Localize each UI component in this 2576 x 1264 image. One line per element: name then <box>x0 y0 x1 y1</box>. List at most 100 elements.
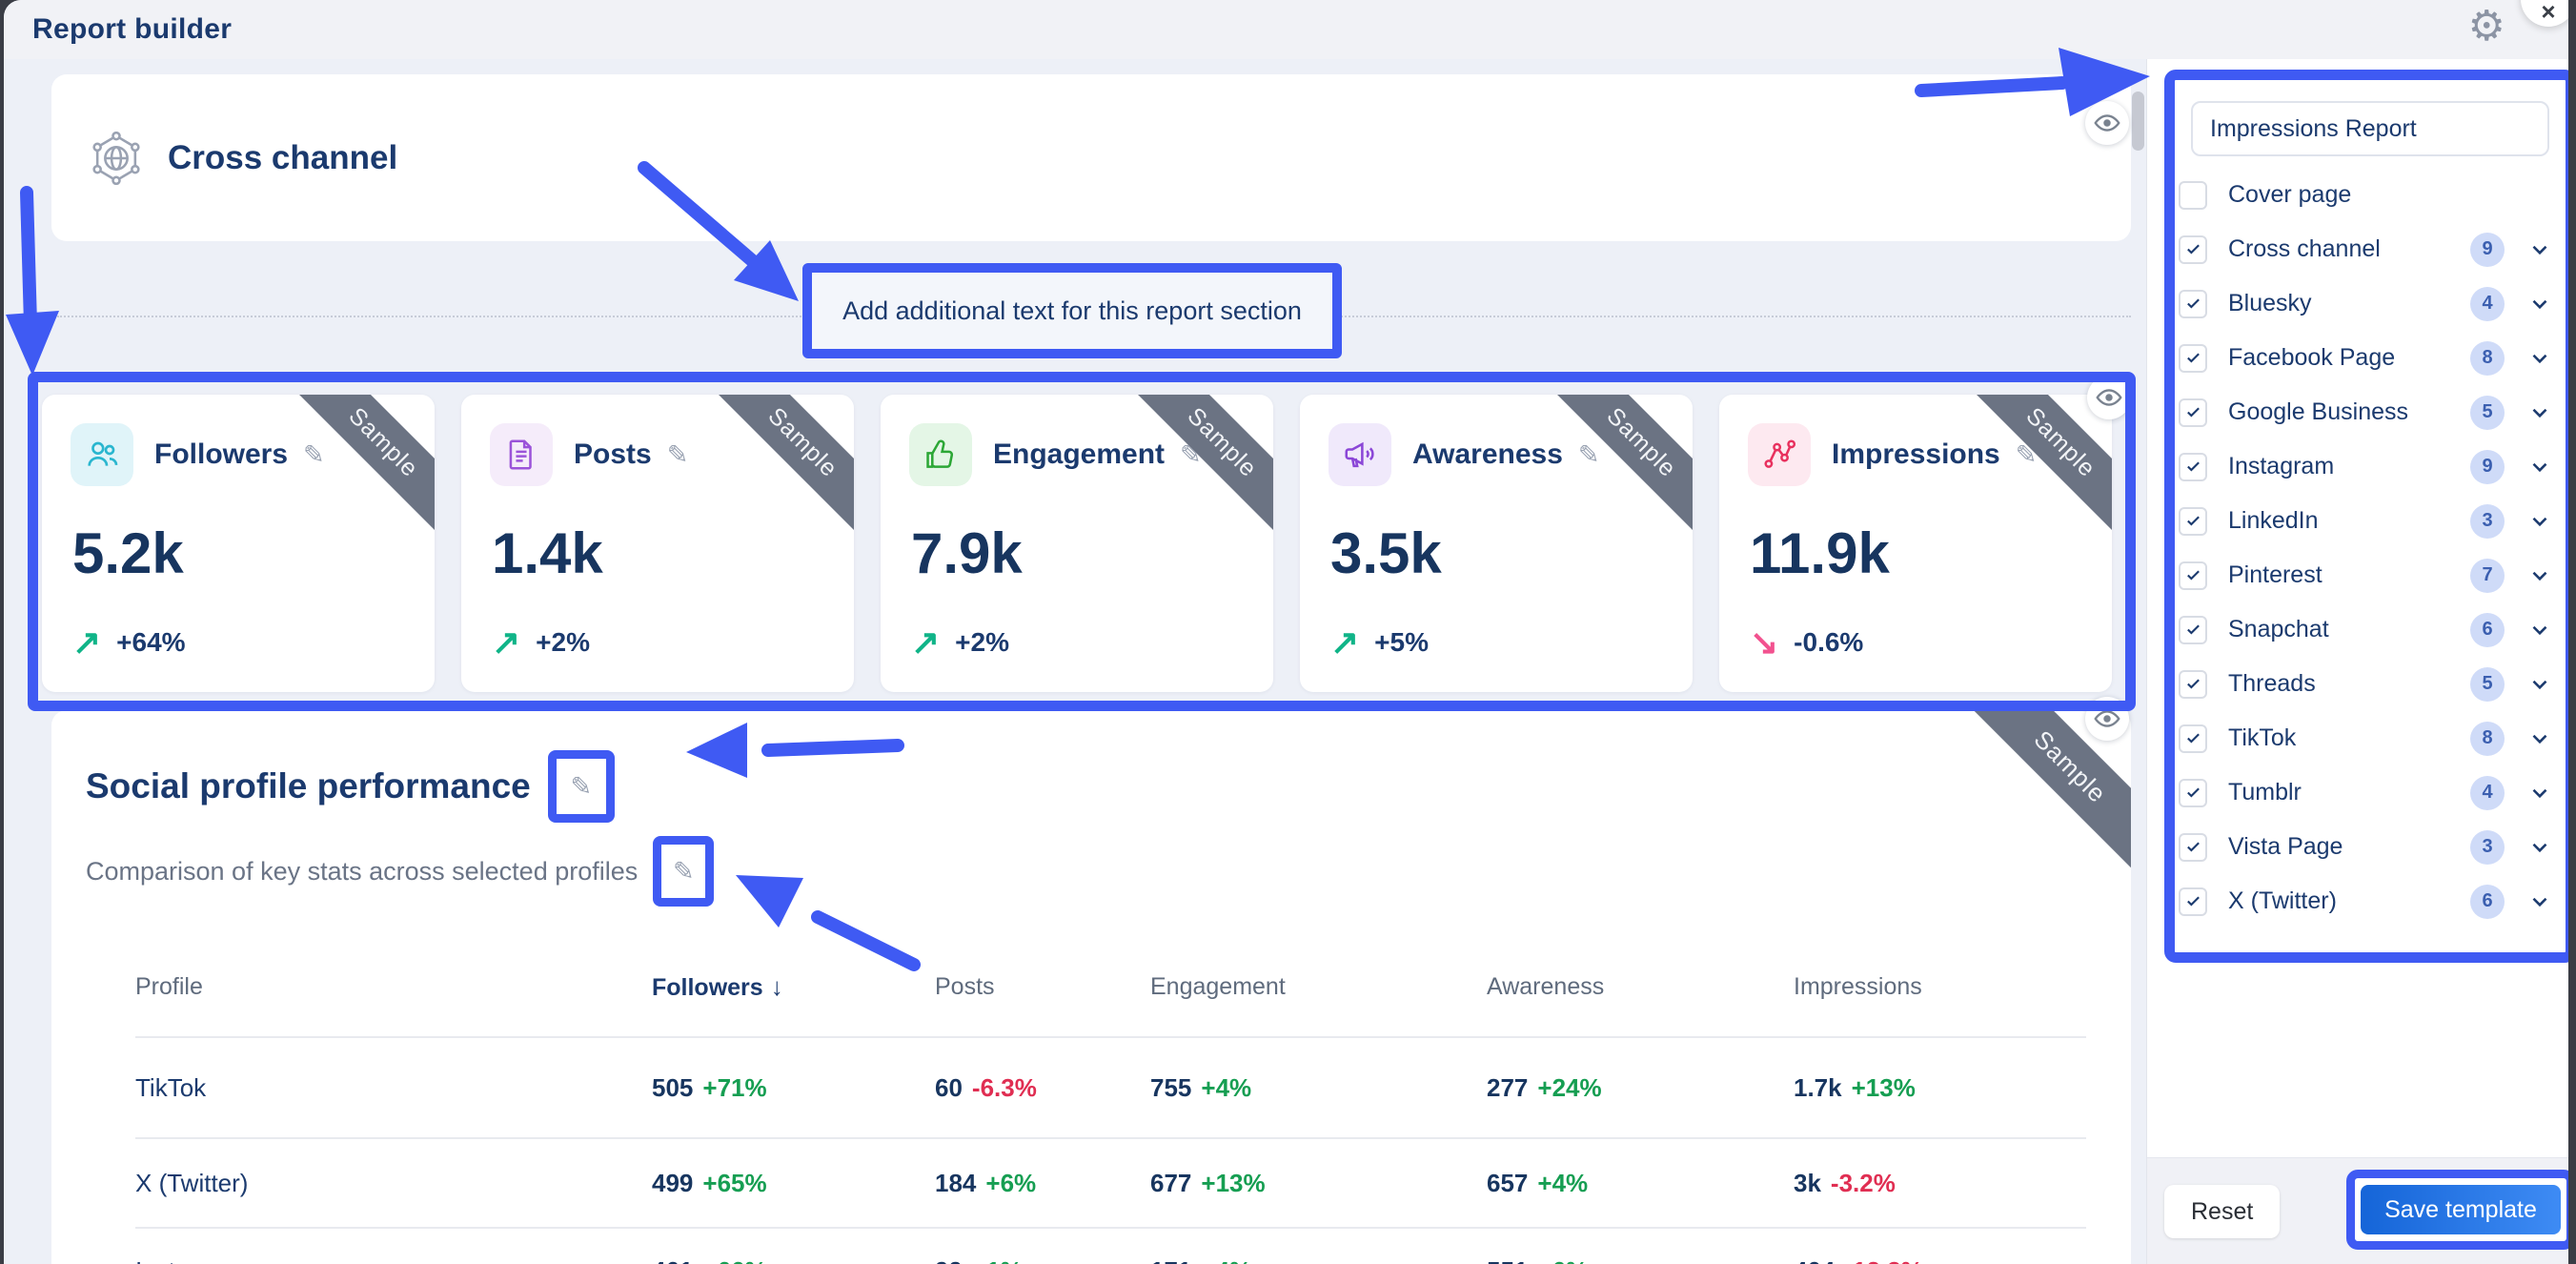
sidebar-item-snapchat[interactable]: Snapchat 6 <box>2175 602 2566 657</box>
checkbox-checked[interactable] <box>2179 724 2207 753</box>
kpi-card-engagement: Sample Engagement ✎ 7.9k ↗ +2% <box>881 395 1273 692</box>
section-count-badge: 3 <box>2470 504 2505 539</box>
annotation-box-subtitle-pencil[interactable]: ✎ <box>653 836 714 907</box>
chevron-down-icon[interactable] <box>2527 618 2552 642</box>
kpi-card-awareness: Sample Awareness ✎ 3.5k ↗ +5% <box>1300 395 1693 692</box>
chevron-down-icon[interactable] <box>2527 237 2552 262</box>
chevron-down-icon[interactable] <box>2527 781 2552 805</box>
sidebar-item-threads[interactable]: Threads 5 <box>2175 657 2566 711</box>
sidebar-item-pinterest[interactable]: Pinterest 7 <box>2175 548 2566 602</box>
share-nodes-icon <box>1748 423 1811 486</box>
cross-channel-title: Cross channel <box>168 139 397 177</box>
sidebar-item-instagram[interactable]: Instagram 9 <box>2175 439 2566 494</box>
section-count-badge: 8 <box>2470 341 2505 376</box>
checkbox-checked[interactable] <box>2179 833 2207 862</box>
sidebar-item-cover-page[interactable]: Cover page <box>2175 168 2566 222</box>
chevron-down-icon[interactable] <box>2527 835 2552 860</box>
kpi-change: +5% <box>1374 627 1429 658</box>
sidebar-item-linkedin[interactable]: LinkedIn 3 <box>2175 494 2566 548</box>
kpi-trend: ↗ +5% <box>1330 625 1429 660</box>
annotation-rect-save-template: Save template <box>2346 1170 2568 1250</box>
kpi-card-impressions: Sample Impressions ✎ 11.9k ↘ -0.6% <box>1719 395 2112 692</box>
megaphone-icon <box>1329 423 1391 486</box>
sidebar-item-x-twitter[interactable]: X (Twitter) 6 <box>2175 874 2566 928</box>
section-title: Social profile performance <box>86 766 531 806</box>
sidebar-item-bluesky[interactable]: Bluesky 4 <box>2175 276 2566 331</box>
report-sections-list: Cover page Cross channel 9 Bluesky 4 F <box>2175 168 2566 928</box>
kpi-change: +2% <box>536 627 590 658</box>
chevron-down-icon[interactable] <box>2527 889 2552 914</box>
chevron-down-icon[interactable] <box>2527 672 2552 697</box>
checkbox-checked[interactable] <box>2179 561 2207 590</box>
chevron-down-icon[interactable] <box>2527 563 2552 588</box>
checkbox-checked[interactable] <box>2179 779 2207 807</box>
checkbox-unchecked[interactable] <box>2179 181 2207 210</box>
section-count-badge: 4 <box>2470 776 2505 810</box>
sidebar-item-facebook-page[interactable]: Facebook Page 8 <box>2175 331 2566 385</box>
column-header-followers-sorted[interactable]: Followers↓ <box>652 972 935 1002</box>
kpi-value: 11.9k <box>1750 520 2112 586</box>
checkbox-checked[interactable] <box>2179 290 2207 318</box>
chevron-down-icon[interactable] <box>2527 400 2552 425</box>
chevron-down-icon[interactable] <box>2527 292 2552 316</box>
checkbox-checked[interactable] <box>2179 887 2207 916</box>
add-section-text-label: Add additional text for this report sect… <box>842 296 1302 326</box>
sort-desc-arrow-icon: ↓ <box>771 972 783 1001</box>
edit-pencil-icon[interactable]: ✎ <box>1578 440 1600 470</box>
settings-gear-icon[interactable]: ⚙ <box>2468 6 2505 48</box>
reset-button[interactable]: Reset <box>2164 1185 2280 1238</box>
table-row: X (Twitter) 499+65% 184+6% 677+13% 657+4… <box>135 1139 2086 1227</box>
chevron-down-icon[interactable] <box>2527 726 2552 751</box>
checkbox-checked[interactable] <box>2179 453 2207 481</box>
checkbox-checked[interactable] <box>2179 507 2207 536</box>
kpi-section-visibility-eye-icon[interactable] <box>2087 376 2131 419</box>
annotation-arrow-to-kpi-section <box>27 193 30 324</box>
column-header-impressions[interactable]: Impressions <box>1794 973 2086 1001</box>
social-section-visibility-eye-icon[interactable] <box>2085 697 2129 741</box>
column-header-engagement[interactable]: Engagement <box>1150 973 1487 1001</box>
checkbox-checked[interactable] <box>2179 235 2207 264</box>
performance-table: Profile Followers↓ Posts Engagement Awar… <box>135 958 2086 1264</box>
sidebar-item-google-business[interactable]: Google Business 5 <box>2175 385 2566 439</box>
edit-pencil-icon[interactable]: ✎ <box>673 857 695 887</box>
sidebar-item-vista-page[interactable]: Vista Page 3 <box>2175 820 2566 874</box>
checkbox-checked[interactable] <box>2179 616 2207 644</box>
cross-channel-visibility-eye-icon[interactable] <box>2085 101 2129 145</box>
column-header-posts[interactable]: Posts <box>935 973 1150 1001</box>
add-section-text-button[interactable]: Add additional text for this report sect… <box>802 263 1342 358</box>
column-header-awareness[interactable]: Awareness <box>1487 973 1794 1001</box>
chevron-down-icon[interactable] <box>2527 509 2552 534</box>
checkbox-checked[interactable] <box>2179 398 2207 427</box>
report-builder-screen: Report builder ⚙ × Cross channel Add add… <box>0 0 2576 1264</box>
sidebar-item-cross-channel[interactable]: Cross channel 9 <box>2175 222 2566 276</box>
kpi-trend: ↗ +64% <box>72 625 186 660</box>
checkbox-checked[interactable] <box>2179 344 2207 373</box>
section-count-badge: 7 <box>2470 559 2505 593</box>
section-count-badge: 5 <box>2470 396 2505 430</box>
kpi-change: +2% <box>955 627 1009 658</box>
checkbox-checked[interactable] <box>2179 670 2207 699</box>
sidebar-item-tumblr[interactable]: Tumblr 4 <box>2175 765 2566 820</box>
sidebar-footer: Reset Save template <box>2147 1157 2568 1264</box>
table-row: TikTok 505+71% 60-6.3% 755+4% 277+24% 1.… <box>135 1038 2086 1137</box>
chevron-down-icon[interactable] <box>2527 455 2552 479</box>
sidebar-item-tiktok[interactable]: TikTok 8 <box>2175 711 2566 765</box>
annotation-box-title-pencil[interactable]: ✎ <box>548 750 615 823</box>
column-header-profile[interactable]: Profile <box>135 973 652 1001</box>
content-scrollbar-thumb[interactable] <box>2132 92 2144 151</box>
thumbs-up-icon <box>909 423 972 486</box>
kpi-trend: ↘ -0.6% <box>1750 625 1863 660</box>
edit-pencil-icon[interactable]: ✎ <box>667 440 689 470</box>
section-count-badge: 3 <box>2470 830 2505 865</box>
report-name-input[interactable] <box>2191 101 2549 156</box>
kpi-label: Followers <box>154 438 288 471</box>
trend-up-arrow-icon: ↗ <box>911 625 940 660</box>
profile-name: X (Twitter) <box>135 1169 652 1198</box>
save-template-button[interactable]: Save template <box>2361 1185 2561 1234</box>
section-count-badge: 5 <box>2470 667 2505 702</box>
edit-pencil-icon[interactable]: ✎ <box>303 440 325 470</box>
edit-pencil-icon[interactable]: ✎ <box>570 772 592 802</box>
chevron-down-icon[interactable] <box>2527 346 2552 371</box>
section-count-badge: 6 <box>2470 885 2505 919</box>
kpi-value: 7.9k <box>911 520 1273 586</box>
